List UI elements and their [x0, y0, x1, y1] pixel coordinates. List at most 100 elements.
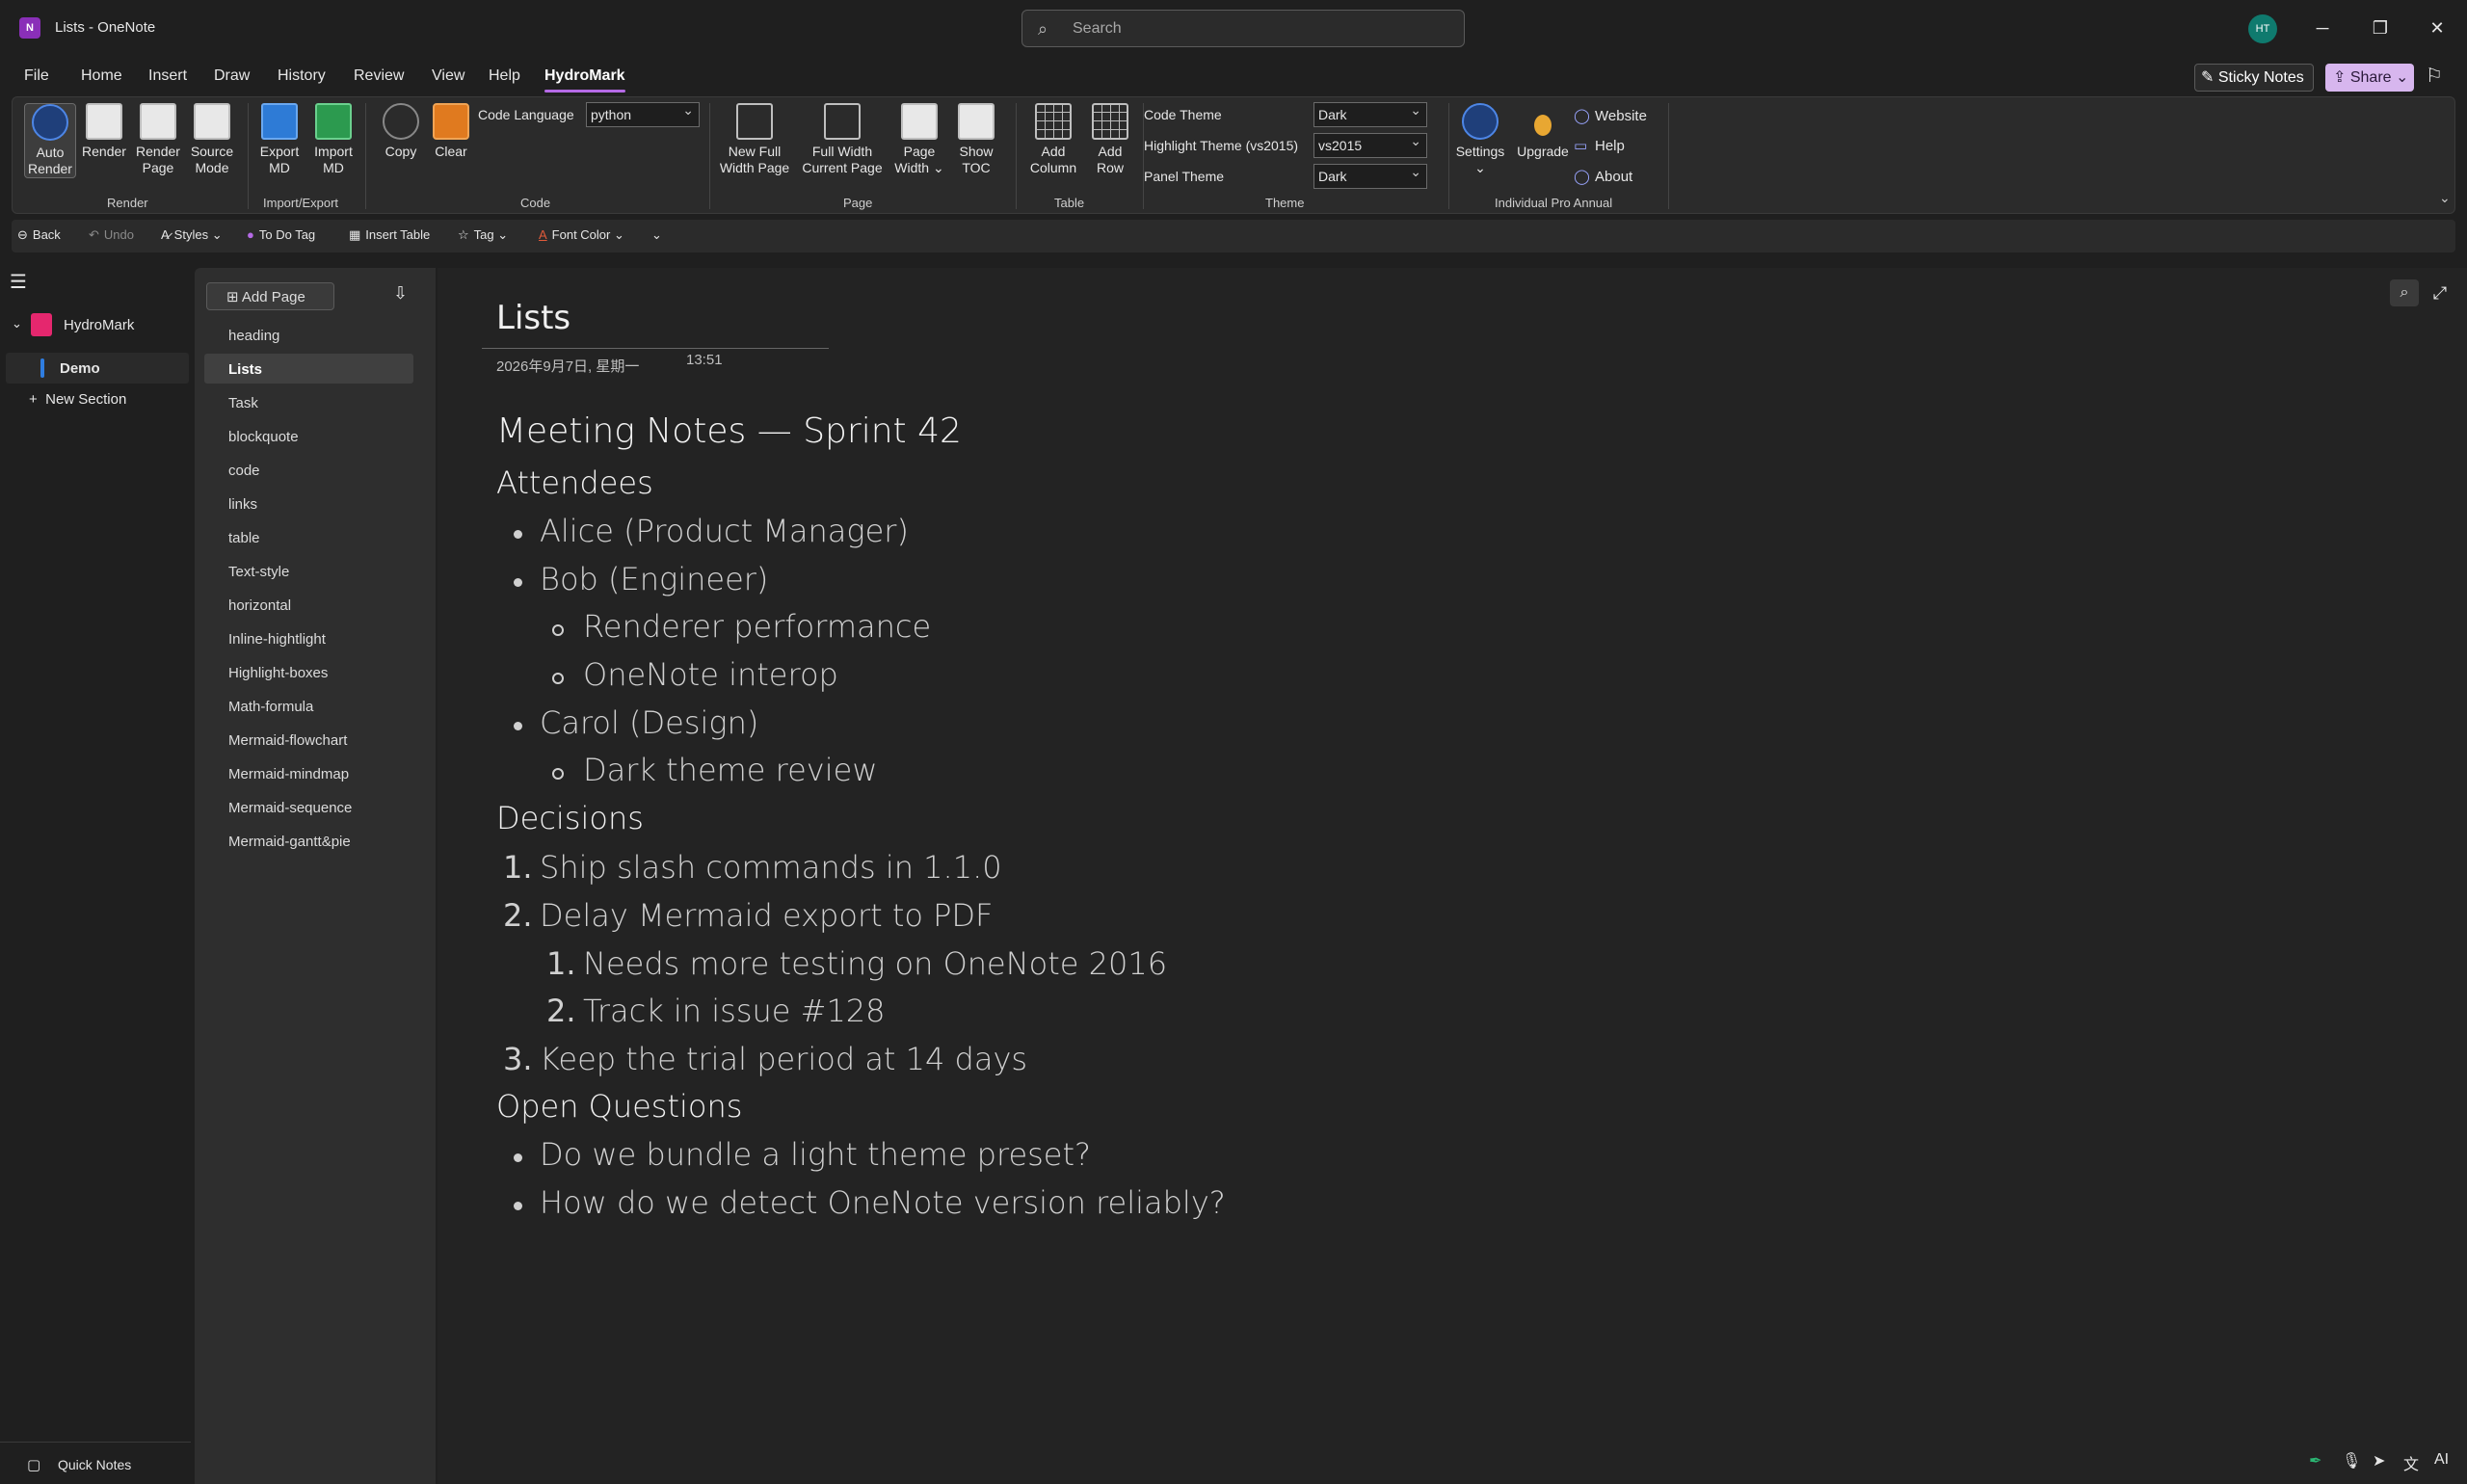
new-full-width-page-button[interactable]: New Full Width Page — [716, 103, 793, 176]
quick-notes-label: Quick Notes — [58, 1457, 132, 1472]
tab-draw[interactable]: Draw — [214, 67, 250, 85]
page-item[interactable]: Mermaid-mindmap — [204, 758, 413, 788]
website-link[interactable]: ◯ Website — [1574, 107, 1647, 124]
microphone-icon[interactable]: 🎙 — [2342, 1451, 2361, 1471]
tab-review[interactable]: Review — [354, 67, 404, 85]
panel-theme-select[interactable]: Dark — [1313, 164, 1427, 189]
settings-button[interactable]: Settings ⌄ — [1450, 103, 1510, 176]
page-item[interactable]: Mermaid-sequence — [204, 792, 413, 822]
chevron-down-icon[interactable]: ⌄ — [2439, 190, 2451, 206]
page-item[interactable]: horizontal — [204, 590, 413, 620]
render-page-button[interactable]: Render Page — [132, 103, 184, 176]
share-button[interactable]: ⇪ Share ⌄ — [2325, 64, 2414, 92]
help-link[interactable]: ▭ Help — [1574, 137, 1625, 154]
page-item[interactable]: Text-style — [204, 556, 413, 586]
sort-pages-icon[interactable]: ⇩ — [393, 283, 408, 304]
quick-notes-button[interactable]: ▢ Quick Notes — [0, 1442, 191, 1484]
tab-view[interactable]: View — [432, 67, 464, 85]
todo-tag-button[interactable]: ● To Do Tag — [247, 227, 315, 242]
section-item-demo[interactable]: Demo — [6, 353, 189, 384]
page-item[interactable]: Mermaid-gantt&pie — [204, 826, 413, 856]
list-item[interactable]: How do we detect OneNote version reliabl… — [540, 1184, 1226, 1221]
page-item-selected[interactable]: Lists — [204, 354, 413, 384]
undo-button[interactable]: ↶ Undo — [89, 227, 134, 243]
page-item[interactable]: code — [204, 455, 413, 485]
minimize-button[interactable]: ─ — [2308, 13, 2337, 42]
list-item[interactable]: Dark theme review — [583, 752, 877, 788]
add-row-button[interactable]: Add Row — [1084, 103, 1136, 176]
highlight-theme-select[interactable]: vs2015 — [1313, 133, 1427, 158]
add-page-button[interactable]: ⊞ Add Page — [206, 282, 334, 310]
tab-help[interactable]: Help — [489, 67, 520, 85]
avatar[interactable]: HT — [2248, 14, 2277, 43]
list-item[interactable]: Bob (Engineer) — [540, 561, 768, 597]
about-link[interactable]: ◯ About — [1574, 168, 1632, 185]
search-input[interactable]: ⌕ Search — [1021, 10, 1465, 47]
clear-button[interactable]: Clear — [427, 103, 475, 160]
styles-button[interactable]: A̷ Styles ⌄ — [161, 227, 223, 243]
tab-hydromark[interactable]: HydroMark — [544, 67, 625, 93]
page-item[interactable]: Inline-hightlight — [204, 623, 413, 653]
notebook-item[interactable]: ⌄ HydroMark — [6, 308, 189, 341]
attendees-heading[interactable]: Attendees — [496, 464, 653, 501]
page-item[interactable]: Mermaid-flowchart — [204, 725, 413, 755]
expand-icon[interactable]: ⤢ — [2427, 279, 2454, 306]
page-time: 13:51 — [686, 352, 723, 368]
list-item[interactable]: Alice (Product Manager) — [540, 513, 909, 549]
code-theme-select[interactable]: Dark — [1313, 102, 1427, 127]
decisions-heading[interactable]: Decisions — [496, 800, 644, 836]
source-mode-button[interactable]: Source Mode — [186, 103, 238, 176]
open-questions-heading[interactable]: Open Questions — [496, 1088, 742, 1125]
add-column-button[interactable]: Add Column — [1024, 103, 1082, 176]
list-number: 1. — [503, 849, 533, 886]
full-width-current-page-button[interactable]: Full Width Current Page — [798, 103, 887, 176]
tab-home[interactable]: Home — [81, 67, 122, 85]
list-item[interactable]: Ship slash commands in 1.1.0 — [540, 849, 1002, 886]
sticky-notes-button[interactable]: ✎ Sticky Notes — [2194, 64, 2314, 92]
send-icon[interactable]: ➤ — [2373, 1451, 2385, 1471]
page-item[interactable]: Highlight-boxes — [204, 657, 413, 687]
page-item[interactable]: links — [204, 489, 413, 518]
page-item[interactable]: Math-formula — [204, 691, 413, 721]
list-item[interactable]: Renderer performance — [583, 608, 931, 645]
tab-insert[interactable]: Insert — [148, 67, 187, 85]
insert-table-button[interactable]: ▦ Insert Table — [349, 227, 430, 243]
translate-icon[interactable]: 文 — [2403, 1451, 2419, 1474]
list-item[interactable]: Do we bundle a light theme preset? — [540, 1136, 1091, 1173]
copy-button[interactable]: Copy — [377, 103, 425, 160]
customize-toolbar-button[interactable]: ⌄ — [651, 227, 662, 243]
page-width-button[interactable]: Page Width ⌄ — [892, 103, 946, 176]
page-item[interactable]: blockquote — [204, 421, 413, 451]
upgrade-button[interactable]: Upgrade — [1512, 103, 1574, 160]
restore-button[interactable]: ❐ — [2366, 13, 2395, 42]
ai-icon[interactable]: AI — [2434, 1451, 2449, 1469]
code-language-select[interactable]: python — [586, 102, 700, 127]
list-item[interactable]: Delay Mermaid export to PDF — [540, 897, 993, 934]
close-button[interactable]: ✕ — [2423, 13, 2452, 42]
list-item[interactable]: Needs more testing on OneNote 2016 — [583, 945, 1167, 982]
show-toc-button[interactable]: Show TOC — [950, 103, 1002, 176]
new-section-button[interactable]: + New Section — [29, 391, 126, 408]
back-button[interactable]: ⊖ Back — [17, 227, 61, 243]
page-search-icon[interactable]: ⌕ — [2390, 279, 2419, 306]
export-md-button[interactable]: Export MD — [253, 103, 305, 176]
note-heading[interactable]: Meeting Notes — Sprint 42 — [496, 411, 962, 451]
list-item[interactable]: Track in issue #128 — [583, 993, 886, 1029]
tag-button[interactable]: ☆ Tag ⌄ — [458, 227, 508, 243]
list-item[interactable]: OneNote interop — [583, 656, 838, 693]
font-color-button[interactable]: A Font Color ⌄ — [539, 227, 624, 243]
list-item[interactable]: Keep the trial period at 14 days — [540, 1041, 1027, 1077]
tab-file[interactable]: File — [24, 67, 49, 85]
page-title[interactable]: Lists — [496, 299, 570, 337]
page-item[interactable]: table — [204, 522, 413, 552]
auto-render-button[interactable]: Auto Render — [24, 103, 76, 178]
import-md-button[interactable]: Import MD — [307, 103, 359, 176]
render-button[interactable]: Render — [80, 103, 128, 160]
page-item[interactable]: heading — [204, 320, 413, 350]
page-item[interactable]: Task — [204, 387, 413, 417]
list-item[interactable]: Carol (Design) — [540, 704, 758, 741]
hamburger-menu-icon[interactable]: ☰ — [10, 270, 27, 294]
pen-icon[interactable]: ✒ — [2309, 1451, 2321, 1471]
feedback-icon[interactable]: ⚐ — [2426, 64, 2453, 91]
tab-history[interactable]: History — [278, 67, 326, 85]
